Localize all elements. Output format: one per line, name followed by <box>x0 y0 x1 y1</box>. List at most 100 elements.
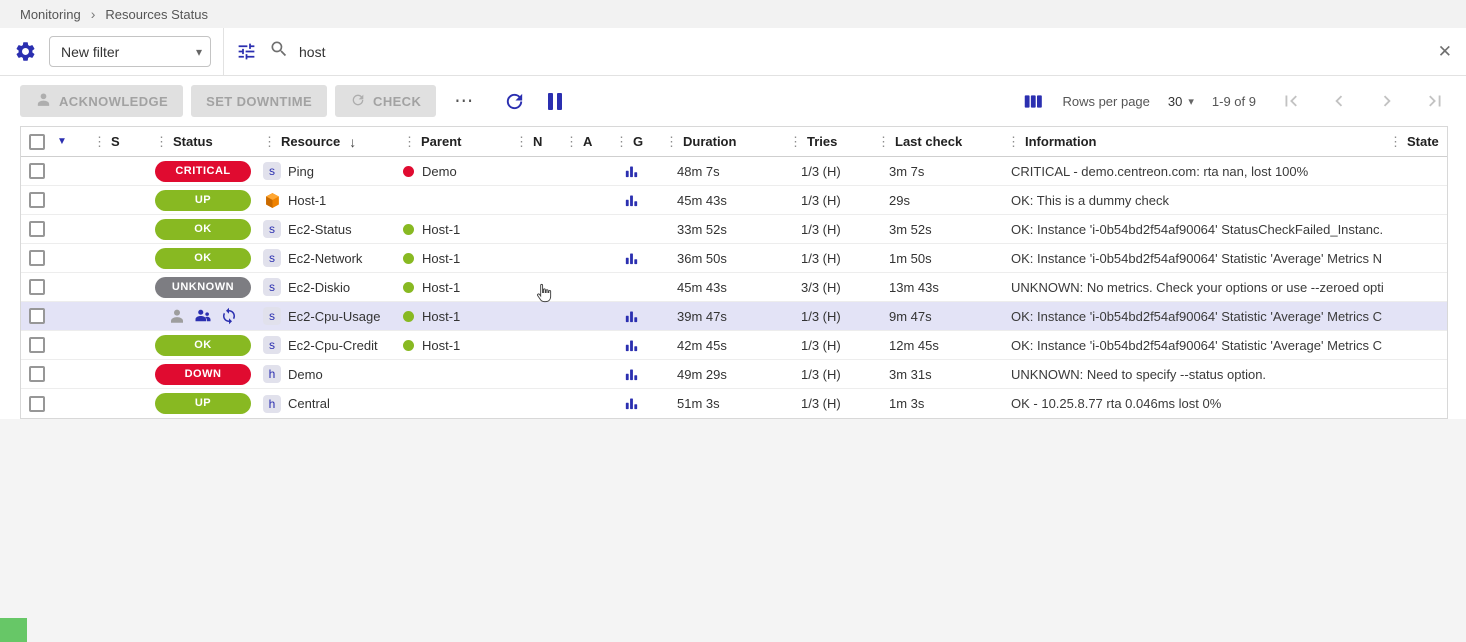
table-row[interactable]: OK s Ec2-Network Host-1 36m 50s 1/3 (H) … <box>21 244 1447 273</box>
rows-per-page-select[interactable]: 30 ▾ <box>1168 94 1194 109</box>
sort-desc-icon[interactable]: ▼ <box>57 136 67 147</box>
tries-cell: 1/3 (H) <box>783 331 871 359</box>
col-header-graph[interactable]: ⋮G <box>609 127 659 156</box>
row-checkbox[interactable] <box>29 163 45 179</box>
col-header-parent[interactable]: ⋮Parent <box>397 127 509 156</box>
col-header-severity[interactable]: ⋮S <box>87 127 149 156</box>
parent-cell[interactable]: Host-1 <box>397 215 509 243</box>
duration-cell: 45m 43s <box>659 273 783 301</box>
filter-options-icon[interactable] <box>236 41 257 62</box>
table-row[interactable]: OK s Ec2-Status Host-1 33m 52s 1/3 (H) 3… <box>21 215 1447 244</box>
row-checkbox[interactable] <box>29 396 45 412</box>
graph-cell <box>609 389 659 418</box>
information-cell: UNKNOWN: No metrics. Check your options … <box>1001 273 1383 301</box>
table-row[interactable]: DOWN h Demo 49m 29s 1/3 (H) 3m 31s UNKNO… <box>21 360 1447 389</box>
parent-cell[interactable] <box>397 186 509 214</box>
columns-icon[interactable] <box>1023 91 1044 112</box>
col-header-sort[interactable]: ▼ <box>51 127 87 156</box>
resource-cell[interactable]: s Ec2-Cpu-Credit <box>257 331 397 359</box>
resource-type-badge: s <box>263 307 281 325</box>
row-checkbox[interactable] <box>29 250 45 266</box>
shortcut-cell <box>51 273 87 301</box>
col-header-action[interactable]: ⋮A <box>559 127 609 156</box>
pause-icon[interactable] <box>548 93 562 110</box>
graph-icon[interactable] <box>623 163 640 180</box>
col-label: State <box>1407 134 1439 149</box>
settings-gear-icon[interactable] <box>14 40 37 63</box>
graph-icon[interactable] <box>623 366 640 383</box>
tries-cell: 1/3 (H) <box>783 244 871 272</box>
information-cell: OK: Instance 'i-0b54bd2f54af90064' Stati… <box>1001 331 1383 359</box>
col-header-tries[interactable]: ⋮Tries <box>783 127 871 156</box>
row-checkbox[interactable] <box>29 308 45 324</box>
table-row[interactable]: UP Host-1 45m 43s 1/3 (H) 29s OK: This i… <box>21 186 1447 215</box>
resource-cell[interactable]: s Ec2-Diskio <box>257 273 397 301</box>
col-header-last-check[interactable]: ⋮Last check <box>871 127 1001 156</box>
col-header-resource[interactable]: ⋮Resource↓ <box>257 127 397 156</box>
row-checkbox[interactable] <box>29 366 45 382</box>
search-input[interactable] <box>299 44 1426 60</box>
table-row[interactable]: CRITICAL s Ping Demo 48m 7s 1/3 (H) 3m 7… <box>21 157 1447 186</box>
pager <box>1280 90 1446 112</box>
col-header-notes[interactable]: ⋮N <box>509 127 559 156</box>
parent-cell[interactable] <box>397 360 509 388</box>
row-checkbox[interactable] <box>29 337 45 353</box>
col-label: G <box>633 134 643 149</box>
parent-cell[interactable]: Host-1 <box>397 331 509 359</box>
graph-icon[interactable] <box>623 337 640 354</box>
last-page-icon[interactable] <box>1424 90 1446 112</box>
table-row[interactable]: UP h Central 51m 3s 1/3 (H) 1m 3s OK - 1… <box>21 389 1447 418</box>
row-checkbox[interactable] <box>29 192 45 208</box>
graph-icon[interactable] <box>623 192 640 209</box>
set-downtime-button[interactable]: SET DOWNTIME <box>191 85 327 117</box>
last-check-cell: 3m 7s <box>871 157 1001 185</box>
resource-cell[interactable]: s Ec2-Cpu-Usage <box>257 302 397 330</box>
filter-select[interactable]: New filter ▾ <box>49 36 211 67</box>
acknowledge-button[interactable]: ACKNOWLEDGE <box>20 85 183 117</box>
resource-cell[interactable]: s Ec2-Status <box>257 215 397 243</box>
resource-cell[interactable]: h Demo <box>257 360 397 388</box>
sort-asc-icon[interactable]: ↓ <box>349 134 356 150</box>
clear-search-icon[interactable]: ✕ <box>1438 42 1452 62</box>
notes-cell <box>509 360 559 388</box>
resource-cell[interactable]: h Central <box>257 389 397 418</box>
next-page-icon[interactable] <box>1376 90 1398 112</box>
breadcrumb-monitoring[interactable]: Monitoring <box>20 7 81 22</box>
parent-cell[interactable]: Host-1 <box>397 302 509 330</box>
parent-cell[interactable]: Host-1 <box>397 273 509 301</box>
table-row[interactable]: UNKNOWN s Ec2-Diskio Host-1 45m 43s 3/3 … <box>21 273 1447 302</box>
col-label: Duration <box>683 134 736 149</box>
more-actions-button[interactable]: ⋯ <box>446 90 481 113</box>
table-row[interactable]: OK s Ec2-Cpu-Credit Host-1 42m 45s 1/3 (… <box>21 331 1447 360</box>
breadcrumb-resources-status[interactable]: Resources Status <box>105 7 208 22</box>
select-all-checkbox[interactable] <box>29 134 45 150</box>
refresh-icon[interactable] <box>503 90 526 113</box>
col-header-duration[interactable]: ⋮Duration <box>659 127 783 156</box>
parent-cell[interactable] <box>397 389 509 418</box>
status-badge: OK <box>155 219 251 240</box>
row-checkbox[interactable] <box>29 279 45 295</box>
resource-cell[interactable]: s Ping <box>257 157 397 185</box>
table-row[interactable]: s Ec2-Cpu-Usage Host-1 39m 47s 1/3 (H) 9… <box>21 302 1447 331</box>
col-label: N <box>533 134 542 149</box>
parent-cell[interactable]: Host-1 <box>397 244 509 272</box>
resource-cell[interactable]: Host-1 <box>257 186 397 214</box>
resource-cell[interactable]: s Ec2-Network <box>257 244 397 272</box>
actions-toolbar: ACKNOWLEDGE SET DOWNTIME CHECK ⋯ Rows pe… <box>0 76 1466 126</box>
col-header-state[interactable]: ⋮State <box>1383 127 1447 156</box>
first-page-icon[interactable] <box>1280 90 1302 112</box>
bottom-left-green-badge[interactable] <box>0 618 27 642</box>
graph-icon[interactable] <box>623 308 640 325</box>
row-checkbox[interactable] <box>29 221 45 237</box>
severity-cell <box>87 389 149 418</box>
graph-icon[interactable] <box>623 250 640 267</box>
graph-icon[interactable] <box>623 395 640 412</box>
status-badge: UNKNOWN <box>155 277 251 298</box>
col-header-information[interactable]: ⋮Information <box>1001 127 1383 156</box>
check-button[interactable]: CHECK <box>335 85 436 117</box>
parent-cell[interactable]: Demo <box>397 157 509 185</box>
state-cell <box>1383 331 1447 359</box>
previous-page-icon[interactable] <box>1328 90 1350 112</box>
col-header-status[interactable]: ⋮Status <box>149 127 257 156</box>
action-cell <box>559 215 609 243</box>
